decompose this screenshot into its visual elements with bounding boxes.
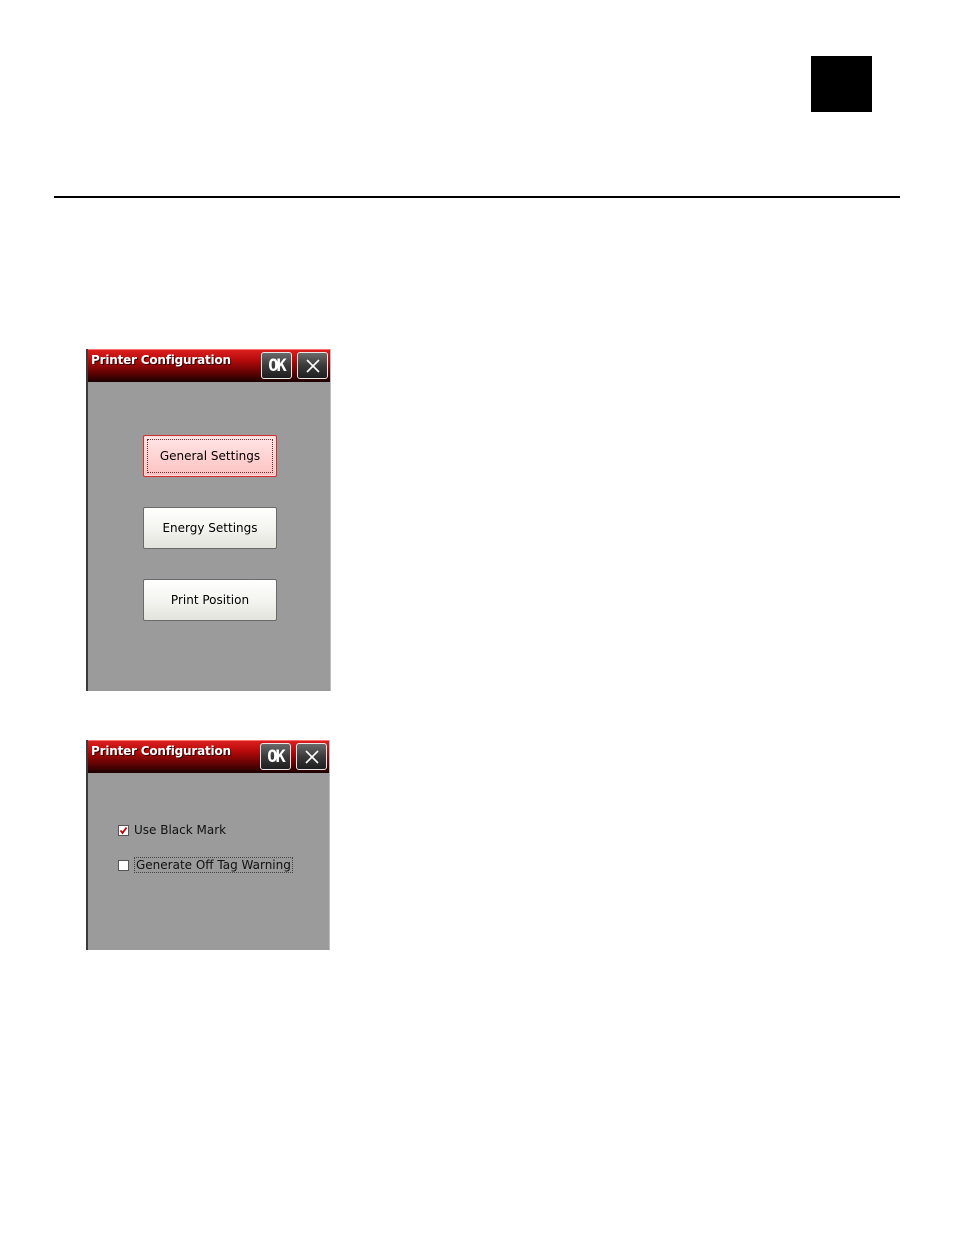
use-black-mark-label: Use Black Mark xyxy=(134,823,227,837)
print-position-button[interactable]: Print Position xyxy=(143,579,277,621)
close-icon xyxy=(304,749,319,764)
dialog-title: Printer Configuration xyxy=(91,353,231,367)
chapter-tab xyxy=(811,56,872,112)
generate-off-tag-warning-checkbox[interactable] xyxy=(118,859,129,871)
dialog-titlebar: Printer Configuration OK xyxy=(88,349,330,382)
use-black-mark-checkbox[interactable] xyxy=(118,824,129,836)
printer-configuration-dialog: Printer Configuration OK General Setting… xyxy=(86,349,331,691)
close-icon xyxy=(305,358,320,373)
print-position-label: Print Position xyxy=(170,593,250,607)
printer-configuration-dialog-general: Printer Configuration OK Use Black Mark … xyxy=(86,740,330,950)
use-black-mark-option[interactable]: Use Black Mark xyxy=(118,822,226,838)
ok-button[interactable]: OK xyxy=(260,743,291,770)
close-button[interactable] xyxy=(296,743,327,770)
header-rule xyxy=(54,196,900,198)
energy-settings-label: Energy Settings xyxy=(162,521,258,535)
dialog-titlebar: Printer Configuration OK xyxy=(88,740,329,773)
generate-off-tag-warning-option[interactable]: Generate Off Tag Warning xyxy=(118,857,293,873)
close-button[interactable] xyxy=(297,352,328,379)
generate-off-tag-warning-label: Generate Off Tag Warning xyxy=(134,857,293,873)
general-settings-button[interactable]: General Settings xyxy=(143,435,277,477)
energy-settings-button[interactable]: Energy Settings xyxy=(143,507,277,549)
checkmark-icon xyxy=(119,826,128,834)
dialog-title: Printer Configuration xyxy=(91,744,231,758)
ok-button[interactable]: OK xyxy=(261,352,292,379)
focus-rectangle xyxy=(147,439,273,473)
